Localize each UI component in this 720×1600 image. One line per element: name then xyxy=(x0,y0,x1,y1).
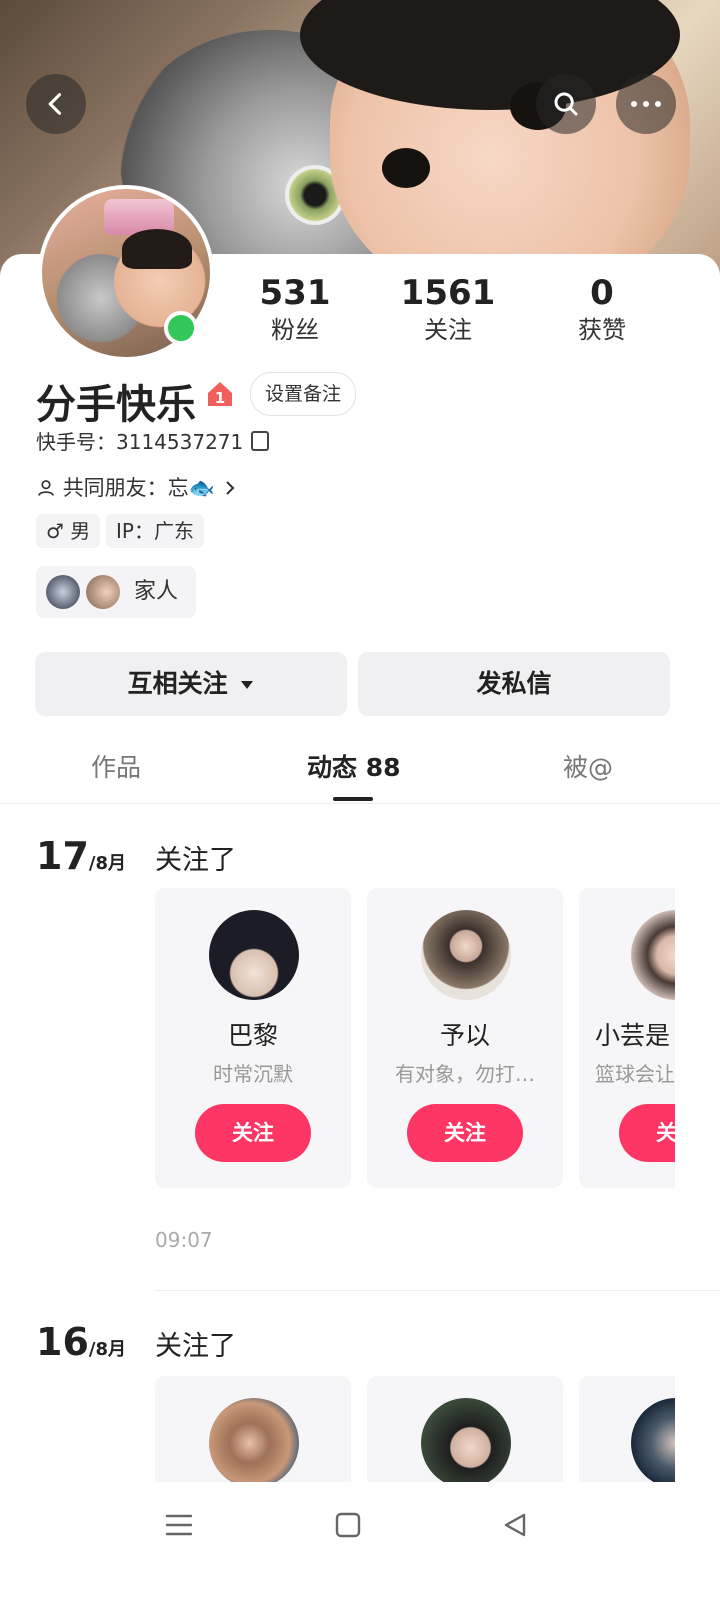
mutual-follow-button[interactable]: 互相关注 xyxy=(35,652,347,716)
follow-card-list[interactable] xyxy=(155,1376,675,1482)
more-button[interactable] xyxy=(616,74,676,134)
follow-button[interactable]: 关注 xyxy=(195,1104,311,1162)
follow-button[interactable]: 关注 xyxy=(619,1104,675,1162)
follow-card-list[interactable]: 巴黎 时常沉默 关注 予以 有对象，勿打… 关注 小芸是 篮球会让 关注 xyxy=(155,888,675,1190)
follow-card[interactable]: 巴黎 时常沉默 关注 xyxy=(155,888,351,1188)
user-avatar[interactable] xyxy=(209,910,299,1000)
mutual-friends-row[interactable]: 共同朋友：忘🐟 xyxy=(36,472,238,502)
stat-following[interactable]: 1561 关注 xyxy=(373,272,523,346)
user-avatar[interactable] xyxy=(209,1398,299,1482)
online-status-dot xyxy=(164,311,198,345)
chevron-left-icon xyxy=(48,93,62,115)
family-avatar xyxy=(86,575,120,609)
follow-card[interactable]: 予以 有对象，勿打… 关注 xyxy=(367,888,563,1188)
search-button[interactable] xyxy=(536,74,596,134)
divider xyxy=(0,803,720,804)
send-message-button[interactable]: 发私信 xyxy=(358,652,670,716)
family-group[interactable]: 家人 xyxy=(36,566,196,618)
mutual-follow-label: 互相关注 xyxy=(127,669,228,698)
stat-number: 1561 xyxy=(400,273,496,313)
user-name: 巴黎 xyxy=(227,1021,278,1050)
tab-works[interactable]: 作品 xyxy=(91,748,141,784)
menu-icon[interactable] xyxy=(164,1510,194,1540)
back-triangle-icon[interactable] xyxy=(500,1510,530,1540)
family-avatar xyxy=(46,575,80,609)
profile-name: 分手快乐 xyxy=(36,382,196,428)
follow-card[interactable] xyxy=(579,1376,675,1482)
feed-date: 16/8月 xyxy=(36,1320,126,1364)
active-tab-indicator xyxy=(333,797,373,801)
feed-action: 关注了 xyxy=(155,845,236,876)
user-avatar[interactable] xyxy=(631,910,675,1000)
user-bio: 有对象，勿打… xyxy=(395,1062,535,1086)
kuaishou-id-row[interactable]: 快手号：3114537271 xyxy=(36,426,270,455)
search-icon xyxy=(554,92,578,116)
user-name: 予以 xyxy=(439,1021,490,1050)
set-remark-button[interactable]: 设置备注 xyxy=(250,372,357,416)
tab-mentions[interactable]: 被@ xyxy=(563,748,613,784)
family-label: 家人 xyxy=(134,579,179,604)
user-name: 小芸是 xyxy=(595,1021,671,1050)
stat-number: 0 xyxy=(590,273,614,313)
feed-date: 17/8月 xyxy=(36,834,126,878)
follow-card[interactable] xyxy=(367,1376,563,1482)
user-avatar[interactable] xyxy=(421,1398,511,1482)
stat-likes[interactable]: 0 获赞 xyxy=(527,272,677,346)
user-bio: 篮球会让 xyxy=(595,1062,675,1086)
stat-number: 531 xyxy=(259,273,331,313)
feed-time: 09:07 xyxy=(155,1228,213,1252)
home-square-icon[interactable] xyxy=(333,1510,363,1540)
feed-action: 关注了 xyxy=(155,1331,236,1362)
user-avatar[interactable] xyxy=(421,910,511,1000)
stat-label: 粉丝 xyxy=(271,316,319,344)
copy-icon[interactable] xyxy=(251,431,270,451)
svg-text:1: 1 xyxy=(215,389,225,407)
stat-label: 获赞 xyxy=(578,316,626,344)
ip-chip: IP：广东 xyxy=(106,514,204,548)
follow-button[interactable]: 关注 xyxy=(407,1104,523,1162)
user-avatar[interactable] xyxy=(631,1398,675,1482)
user-bio: 时常沉默 xyxy=(213,1062,293,1086)
caret-down-icon xyxy=(241,681,254,689)
more-dots-icon xyxy=(631,101,661,107)
feed-separator xyxy=(155,1290,720,1291)
back-button[interactable] xyxy=(26,74,86,134)
person-icon xyxy=(38,480,54,496)
follow-card[interactable] xyxy=(155,1376,351,1482)
stat-followers[interactable]: 531 粉丝 xyxy=(220,272,370,346)
tab-activity[interactable]: 动态 88 xyxy=(307,748,401,784)
kuaishou-id: 快手号：3114537271 xyxy=(36,430,244,454)
stat-label: 关注 xyxy=(424,316,472,344)
system-nav-bar xyxy=(0,1482,720,1600)
follow-card[interactable]: 小芸是 篮球会让 关注 xyxy=(579,888,675,1188)
home-badge-icon: 1 xyxy=(208,382,232,407)
gender-chip: ♂ 男 xyxy=(36,514,101,548)
mutual-friends-text: 共同朋友：忘🐟 xyxy=(62,476,215,500)
chevron-right-icon xyxy=(225,481,234,495)
